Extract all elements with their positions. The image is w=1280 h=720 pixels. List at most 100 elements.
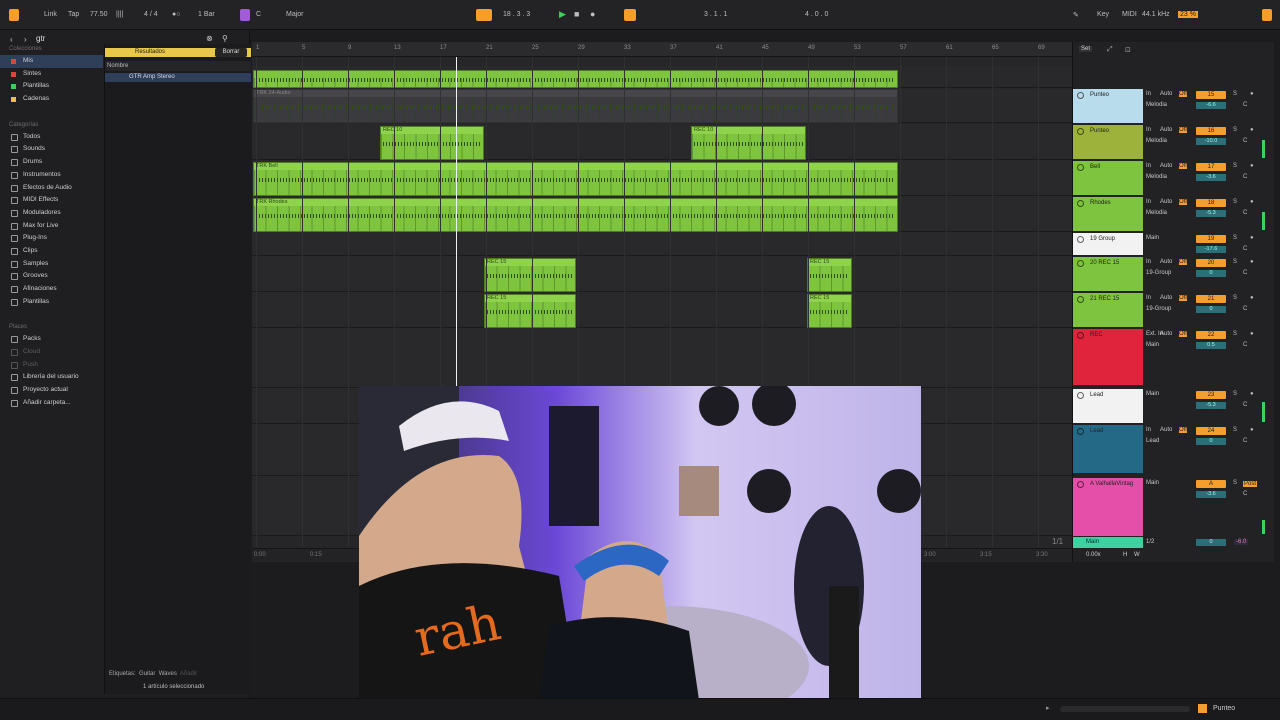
output-route[interactable]: Main bbox=[1146, 342, 1159, 348]
arrangement-record-icon[interactable] bbox=[476, 9, 492, 21]
auto-monitor[interactable]: Auto bbox=[1160, 259, 1172, 265]
solo-button[interactable]: S bbox=[1233, 480, 1237, 486]
category-item[interactable]: Efectos de Audio bbox=[0, 182, 103, 195]
solo-button[interactable]: S bbox=[1233, 91, 1237, 97]
track-activator[interactable]: 17 bbox=[1196, 163, 1226, 171]
key-map-button[interactable]: Key bbox=[1097, 11, 1109, 18]
quantize-select[interactable]: 1 Bar bbox=[198, 11, 215, 18]
overview-scrollbar[interactable] bbox=[1060, 706, 1190, 712]
h-button[interactable]: H bbox=[1123, 552, 1127, 558]
menu-icon[interactable] bbox=[1262, 9, 1272, 21]
input-monitor[interactable]: In bbox=[1146, 259, 1151, 265]
collection-item[interactable]: Mis bbox=[0, 55, 103, 68]
off-monitor[interactable]: Off bbox=[1179, 127, 1187, 133]
link-button[interactable]: Link bbox=[44, 11, 57, 18]
track-activator[interactable]: 15 bbox=[1196, 91, 1226, 99]
category-item[interactable]: Plantillas bbox=[0, 296, 103, 309]
fold-icon[interactable] bbox=[1077, 164, 1084, 171]
track-lane[interactable] bbox=[252, 292, 1072, 328]
track-header[interactable]: REC bbox=[1073, 329, 1143, 385]
time-signature-field[interactable]: 4 / 4 bbox=[144, 11, 158, 18]
output-route[interactable]: 19-Group bbox=[1146, 270, 1171, 276]
place-item[interactable]: Proyecto actual bbox=[0, 384, 103, 397]
pan-knob[interactable]: C bbox=[1243, 306, 1247, 312]
place-item[interactable]: Packs bbox=[0, 333, 103, 346]
category-item[interactable]: Max for Live bbox=[0, 220, 103, 233]
category-item[interactable]: Moduladores bbox=[0, 207, 103, 220]
fold-icon[interactable] bbox=[1077, 260, 1084, 267]
pan-knob[interactable]: C bbox=[1243, 138, 1247, 144]
record-icon[interactable]: ● bbox=[590, 9, 595, 19]
solo-button[interactable]: S bbox=[1233, 391, 1237, 397]
audio-clip[interactable]: REC 15 bbox=[484, 258, 576, 292]
track-lane[interactable] bbox=[252, 232, 1072, 256]
solo-button[interactable]: S bbox=[1233, 295, 1237, 301]
fold-icon[interactable] bbox=[1077, 481, 1084, 488]
record-arm-button[interactable]: ● bbox=[1250, 391, 1254, 397]
track-activator[interactable]: 18 bbox=[1196, 199, 1226, 207]
output-route[interactable]: Melodia bbox=[1146, 102, 1167, 108]
pan-knob[interactable]: C bbox=[1243, 174, 1247, 180]
audio-clip[interactable]: TRK 24-Audio bbox=[253, 89, 898, 123]
tag-waves[interactable]: Waves bbox=[159, 671, 177, 677]
track-activator[interactable]: A bbox=[1196, 480, 1226, 488]
tag-add[interactable]: Añadir bbox=[180, 671, 197, 677]
solo-button[interactable]: S bbox=[1233, 235, 1237, 241]
volume-field[interactable]: 0 bbox=[1196, 438, 1226, 445]
pan-knob[interactable]: C bbox=[1243, 270, 1247, 276]
fold-icon[interactable] bbox=[1077, 296, 1084, 303]
input-monitor[interactable]: Main bbox=[1146, 235, 1159, 241]
stop-icon[interactable]: ■ bbox=[574, 9, 579, 19]
track-header[interactable]: 21 REC 15 bbox=[1073, 293, 1143, 327]
input-monitor[interactable]: In bbox=[1146, 199, 1151, 205]
main-volume[interactable]: 0 bbox=[1196, 539, 1226, 546]
ableton-logo-icon[interactable] bbox=[9, 9, 19, 21]
track-header[interactable]: Rhodes bbox=[1073, 197, 1143, 231]
track-header[interactable]: Lead bbox=[1073, 425, 1143, 473]
solo-button[interactable]: S bbox=[1233, 427, 1237, 433]
result-item[interactable]: GTR Amp Stereo bbox=[105, 73, 251, 82]
place-item[interactable]: Push bbox=[0, 359, 103, 372]
off-monitor[interactable]: Off bbox=[1179, 295, 1187, 301]
auto-monitor[interactable]: Auto bbox=[1160, 91, 1172, 97]
volume-field[interactable]: -5.3 bbox=[1196, 210, 1226, 217]
volume-field[interactable]: 0 bbox=[1196, 306, 1226, 313]
volume-field[interactable]: -10.0 bbox=[1196, 138, 1226, 145]
solo-button[interactable]: S bbox=[1233, 163, 1237, 169]
midi-map-button[interactable]: MIDI bbox=[1122, 11, 1137, 18]
input-monitor[interactable]: In bbox=[1146, 163, 1151, 169]
off-monitor[interactable]: Off bbox=[1179, 91, 1187, 97]
record-arm-button[interactable]: ● bbox=[1250, 127, 1254, 133]
solo-button[interactable]: S bbox=[1233, 127, 1237, 133]
track-header[interactable]: Lead bbox=[1073, 389, 1143, 423]
pan-knob[interactable]: C bbox=[1243, 438, 1247, 444]
auto-monitor[interactable]: Auto bbox=[1160, 127, 1172, 133]
audio-clip[interactable]: REC 15 bbox=[807, 294, 852, 328]
output-route[interactable]: Melodia bbox=[1146, 210, 1167, 216]
output-route[interactable]: Melodia bbox=[1146, 138, 1167, 144]
clear-button[interactable]: Borrar bbox=[215, 48, 247, 57]
off-monitor[interactable]: Off bbox=[1179, 331, 1187, 337]
pan-knob[interactable]: C bbox=[1243, 102, 1247, 108]
pan-knob[interactable]: C bbox=[1243, 246, 1247, 252]
audio-clip[interactable]: TRK Bell bbox=[253, 162, 898, 196]
main-track-header[interactable]: Main bbox=[1073, 537, 1143, 548]
record-arm-button[interactable]: ● bbox=[1250, 91, 1254, 97]
metronome-icon[interactable]: |||| bbox=[116, 11, 123, 18]
category-item[interactable]: MIDI Effects bbox=[0, 194, 103, 207]
audio-clip[interactable]: REC 10 bbox=[691, 126, 806, 160]
pan-knob[interactable]: C bbox=[1243, 210, 1247, 216]
fold-icon[interactable] bbox=[1077, 92, 1084, 99]
off-monitor[interactable]: Off bbox=[1179, 259, 1187, 265]
place-item[interactable]: Añadir carpeta... bbox=[0, 397, 103, 410]
automation-arm-icon[interactable] bbox=[624, 9, 636, 21]
pan-knob[interactable]: C bbox=[1243, 491, 1247, 497]
loop-length-field[interactable]: 4 . 0 . 0 bbox=[805, 11, 828, 18]
lock-icon[interactable]: ⊡ bbox=[1125, 46, 1131, 54]
track-activator[interactable]: 24 bbox=[1196, 427, 1226, 435]
output-route[interactable]: Melodia bbox=[1146, 174, 1167, 180]
expand-icon[interactable]: ⤢ bbox=[1107, 46, 1113, 54]
category-item[interactable]: Sounds bbox=[0, 143, 103, 156]
input-monitor[interactable]: In bbox=[1146, 295, 1151, 301]
volume-field[interactable]: -5.3 bbox=[1196, 402, 1226, 409]
